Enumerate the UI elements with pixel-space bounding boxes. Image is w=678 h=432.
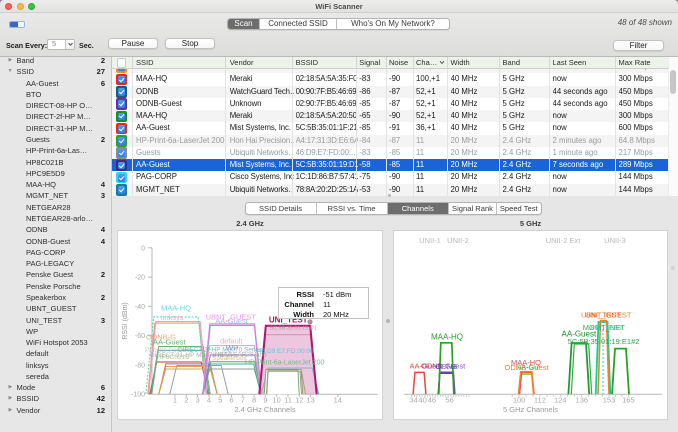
svg-text:3: 3: [196, 396, 200, 405]
svg-text:2: 2: [184, 396, 188, 405]
svg-text:6: 6: [229, 396, 233, 405]
svg-text:MAA-HQ: MAA-HQ: [161, 304, 191, 313]
svg-text:46:D9:E7:FD:00:00: 46:D9:E7:FD:00:00: [258, 348, 314, 355]
svg-text:112: 112: [534, 396, 546, 405]
svg-text:-80: -80: [135, 363, 145, 370]
svg-text:14: 14: [334, 396, 342, 405]
svg-text:UNII-2 Ext: UNII-2 Ext: [546, 236, 582, 245]
svg-text:0: 0: [141, 245, 145, 252]
svg-text:AA-Guest: AA-Guest: [215, 317, 248, 326]
svg-text:13: 13: [306, 396, 314, 405]
svg-text:153: 153: [603, 396, 616, 405]
svg-text:5: 5: [218, 396, 222, 405]
svg-text:12: 12: [295, 396, 303, 405]
svg-text:1: 1: [173, 396, 177, 405]
svg-text:40: 40: [418, 396, 426, 405]
svg-text:5 GHz Channels: 5 GHz Channels: [503, 405, 558, 414]
svg-text:136: 136: [576, 396, 589, 405]
svg-text:HP8C021B: HP8C021B: [157, 354, 190, 361]
svg-text:-20: -20: [135, 275, 145, 282]
svg-text:9: 9: [263, 396, 267, 405]
svg-text:HP-Print-6a-LaserJet 200: HP-Print-6a-LaserJet 200: [245, 360, 324, 367]
svg-text:UNII-2: UNII-2: [447, 236, 469, 245]
svg-text:UNII-1: UNII-1: [419, 236, 441, 245]
svg-text:AA-Guest: AA-Guest: [153, 338, 186, 347]
svg-text:5C:5B:35:01:19:E1#2: 5C:5B:35:01:19:E1#2: [568, 337, 640, 346]
svg-text:11: 11: [284, 396, 292, 405]
svg-text:-40: -40: [135, 304, 145, 311]
svg-text:7: 7: [241, 396, 245, 405]
svg-text:-60: -60: [135, 333, 145, 340]
svg-text:RSSI (dBm): RSSI (dBm): [122, 302, 129, 339]
svg-text:UNII-3: UNII-3: [604, 236, 626, 245]
svg-text:linksys: linksys: [161, 313, 184, 322]
svg-text:-100: -100: [131, 392, 145, 399]
svg-text:124: 124: [554, 396, 567, 405]
svg-text:165: 165: [622, 396, 635, 405]
svg-text:34: 34: [409, 396, 417, 405]
svg-text:46: 46: [428, 396, 436, 405]
svg-text:MAA-HQ: MAA-HQ: [431, 332, 463, 341]
svg-text:AA-Gu: AA-Gu: [517, 364, 538, 371]
svg-text:Speakerbox: Speakerbox: [212, 355, 247, 362]
svg-text:ODNB: ODNB: [436, 362, 458, 371]
svg-text:56: 56: [445, 396, 453, 405]
svg-text:10: 10: [273, 396, 281, 405]
svg-text:5C:5B:35:01:19:D1: 5C:5B:35:01:19:D1: [270, 326, 317, 332]
svg-text:UNI_TEST: UNI_TEST: [585, 310, 622, 319]
svg-text:4: 4: [207, 396, 211, 405]
svg-text:100: 100: [513, 396, 526, 405]
svg-text:8: 8: [252, 396, 256, 405]
svg-text:2.4 GHz Channels: 2.4 GHz Channels: [234, 405, 296, 414]
